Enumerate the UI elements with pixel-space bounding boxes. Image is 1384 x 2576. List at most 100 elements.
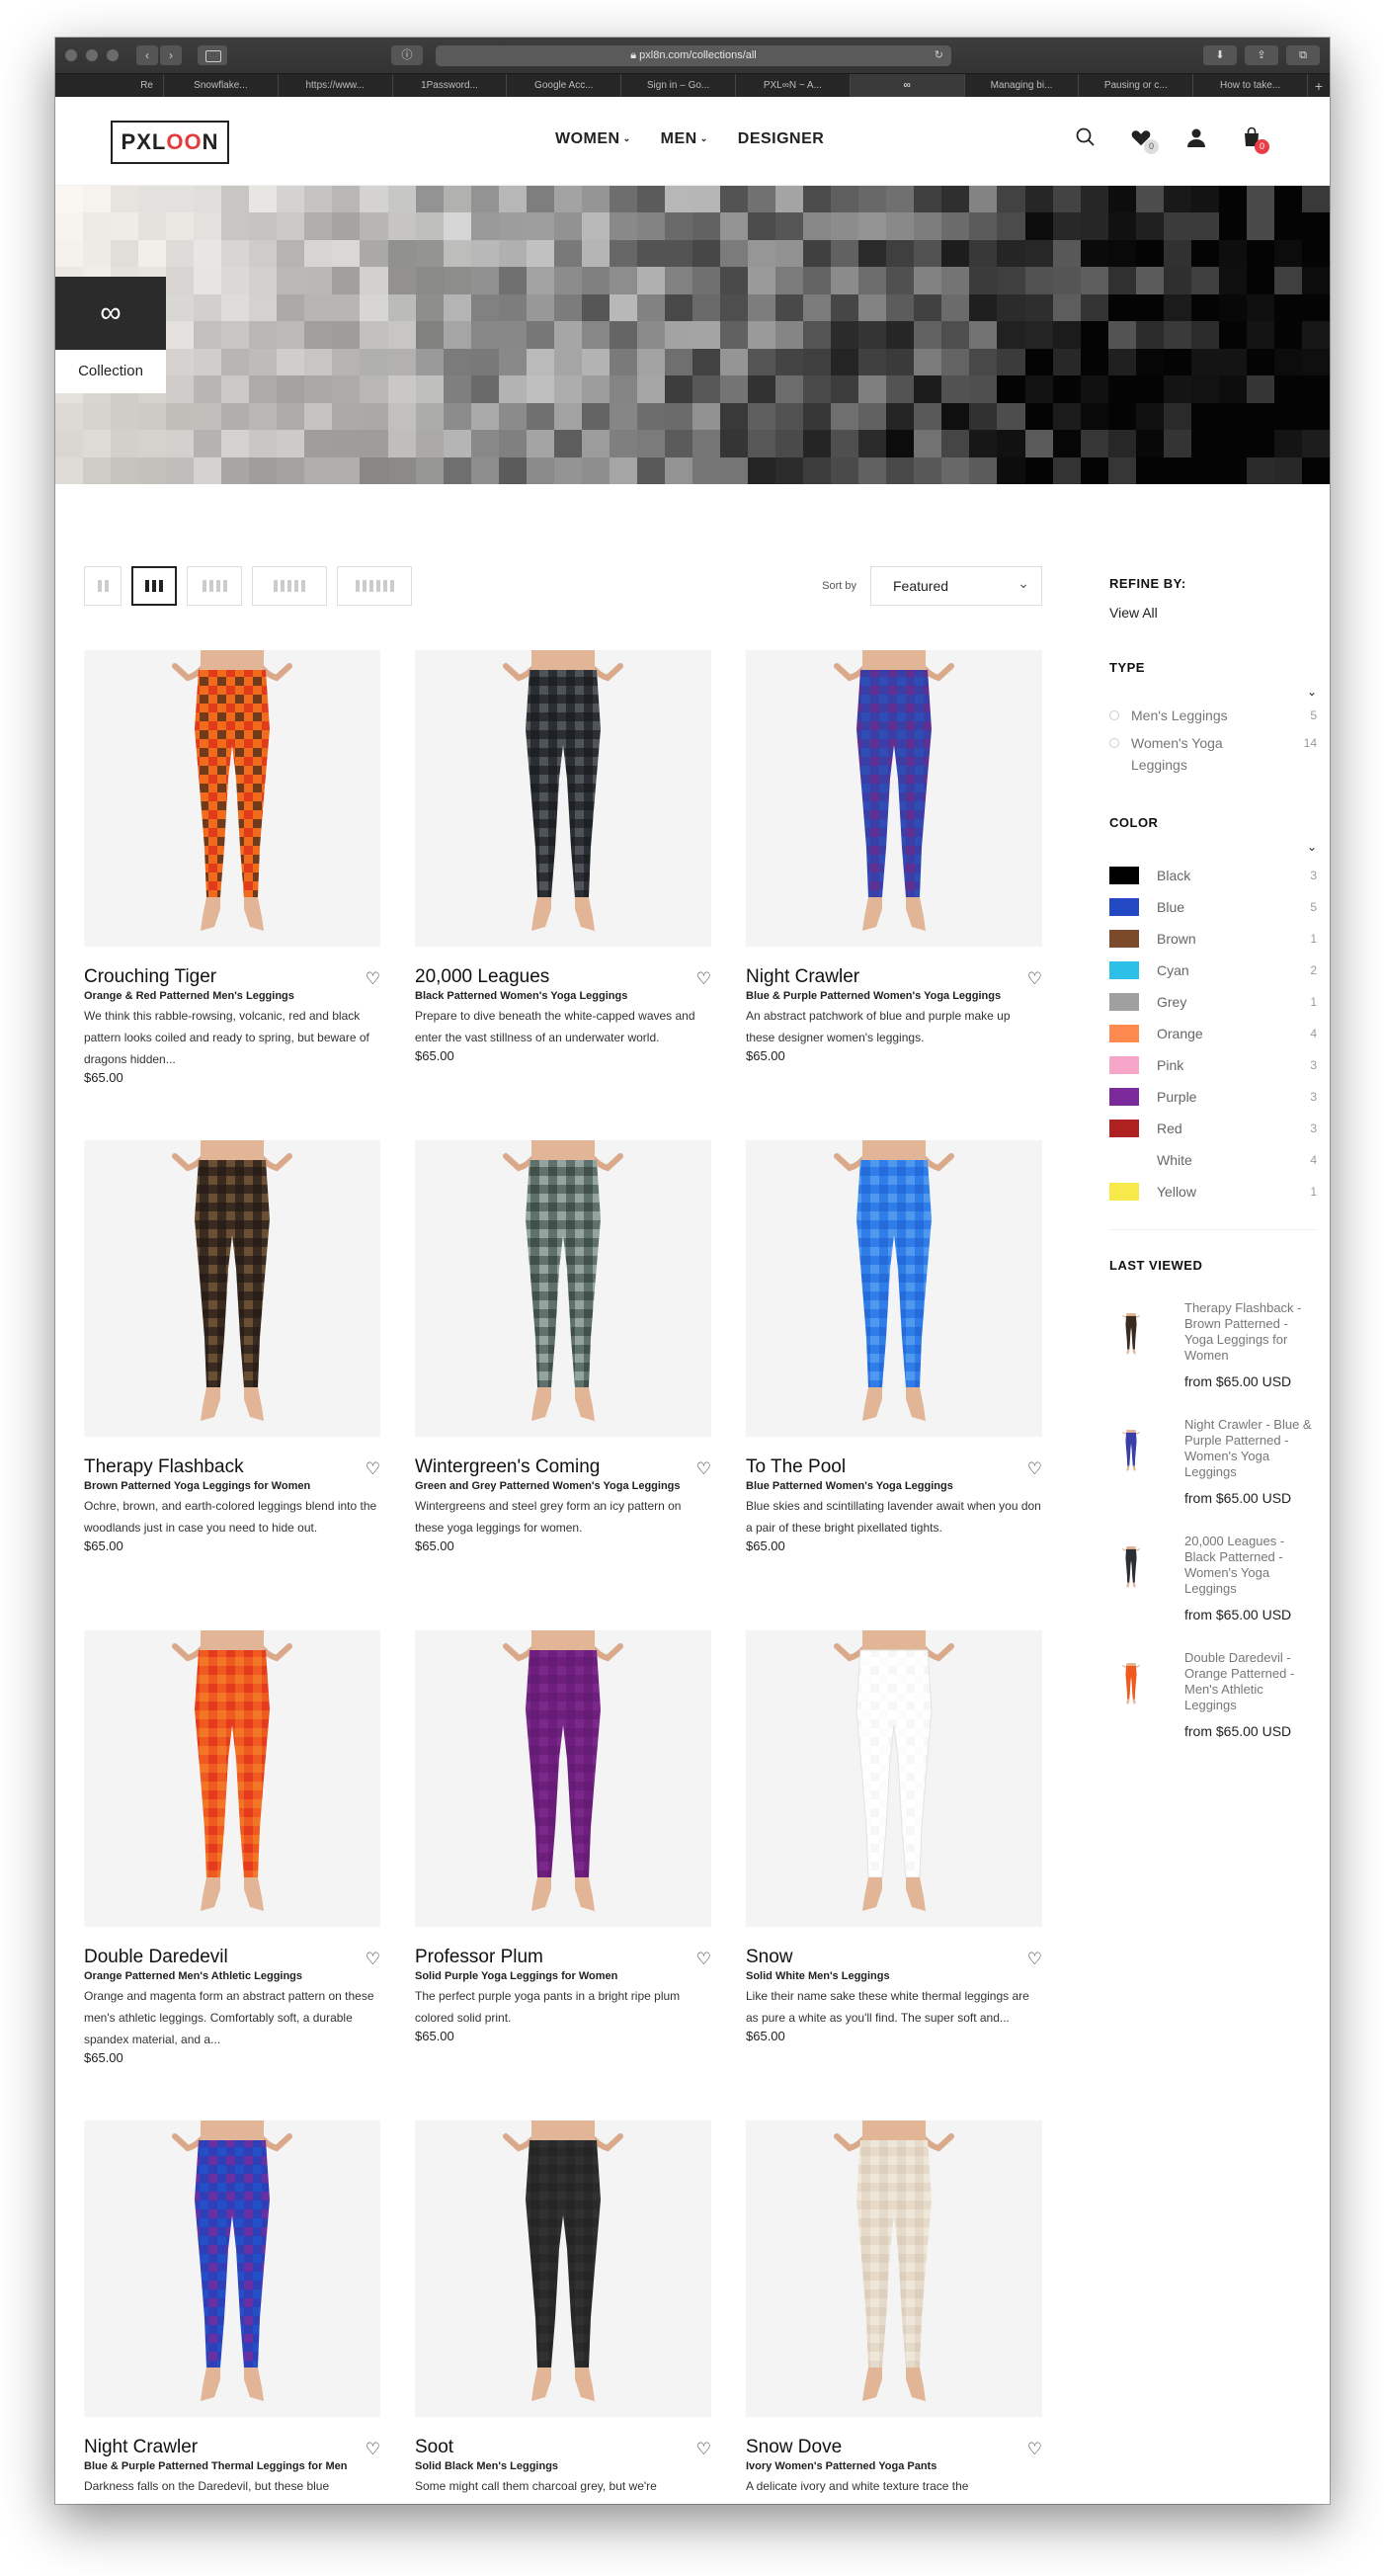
product-card[interactable]: Snow ♡ Solid White Men's Leggings Like thei… bbox=[746, 1630, 1042, 2120]
browser-tab[interactable]: Re bbox=[55, 74, 164, 97]
color-filter-red[interactable]: Red 3 bbox=[1109, 1113, 1317, 1144]
cart-icon[interactable]: 0 bbox=[1241, 126, 1269, 154]
product-card[interactable]: To The Pool ♡ Blue Patterned Women's Yoga … bbox=[746, 1140, 1042, 1630]
browser-tab[interactable]: Managing bi... bbox=[965, 74, 1080, 97]
browser-tab[interactable]: Sign in – Go... bbox=[621, 74, 736, 97]
product-card[interactable]: Snow Dove ♡ Ivory Women's Patterned Yoga P… bbox=[746, 2120, 1042, 2504]
product-title[interactable]: Professor Plum bbox=[415, 1947, 711, 1968]
reload-icon[interactable]: ↻ bbox=[935, 45, 943, 66]
product-title[interactable]: Snow Dove bbox=[746, 2437, 1042, 2458]
product-card[interactable]: 20,000 Leagues ♡ Black Patterned Women's Y… bbox=[415, 650, 711, 1140]
color-filter-blue[interactable]: Blue 5 bbox=[1109, 891, 1317, 923]
heart-icon[interactable]: ♡ bbox=[1027, 2440, 1042, 2459]
color-filter-cyan[interactable]: Cyan 2 bbox=[1109, 955, 1317, 986]
product-title[interactable]: Therapy Flashback bbox=[84, 1456, 380, 1478]
product-image[interactable] bbox=[746, 650, 1042, 947]
radio-icon[interactable] bbox=[1109, 738, 1119, 748]
nav-item-women[interactable]: WOMEN ⌄ bbox=[555, 130, 631, 148]
last-viewed-thumbnail[interactable] bbox=[1109, 1300, 1153, 1370]
heart-icon[interactable]: ♡ bbox=[696, 1459, 711, 1479]
product-image[interactable] bbox=[84, 1630, 380, 1927]
account-icon[interactable] bbox=[1185, 126, 1207, 148]
product-image[interactable] bbox=[415, 650, 711, 947]
zoom-window-button[interactable] bbox=[107, 49, 119, 61]
grid-4-columns-button[interactable] bbox=[187, 566, 242, 606]
browser-tab[interactable]: How to take... bbox=[1193, 74, 1308, 97]
last-viewed-title[interactable]: Therapy Flashback - Brown Patterned - Yo… bbox=[1184, 1300, 1317, 1364]
product-image[interactable] bbox=[84, 2120, 380, 2417]
view-all-link[interactable]: View All bbox=[1109, 605, 1317, 621]
last-viewed-item[interactable]: Night Crawler - Blue & Purple Patterned … bbox=[1109, 1417, 1317, 1506]
product-image[interactable] bbox=[415, 2120, 711, 2417]
product-title[interactable]: Snow bbox=[746, 1947, 1042, 1968]
browser-tab[interactable]: Snowflake... bbox=[164, 74, 279, 97]
heart-icon[interactable]: ♡ bbox=[696, 2440, 711, 2459]
product-card[interactable]: Professor Plum ♡ Solid Purple Yoga Legging… bbox=[415, 1630, 711, 2120]
product-title[interactable]: Night Crawler bbox=[84, 2437, 380, 2458]
nav-item-designer[interactable]: DESIGNER bbox=[738, 130, 825, 148]
product-title[interactable]: Wintergreen's Coming bbox=[415, 1456, 711, 1478]
heart-icon[interactable]: ♡ bbox=[366, 1950, 380, 1969]
browser-tab[interactable]: ∞ bbox=[850, 74, 965, 97]
last-viewed-title[interactable]: Night Crawler - Blue & Purple Patterned … bbox=[1184, 1417, 1317, 1480]
browser-tab[interactable]: Pausing or c... bbox=[1079, 74, 1194, 97]
product-image[interactable] bbox=[84, 1140, 380, 1437]
product-card[interactable]: Wintergreen's Coming ♡ Green and Grey Patt… bbox=[415, 1140, 711, 1630]
tabs-overview-icon[interactable]: ⧉ bbox=[1286, 45, 1320, 65]
address-bar[interactable]: 🔒︎ pxl8n.com/collections/all ↻ bbox=[436, 45, 951, 66]
grid-3-columns-button[interactable] bbox=[131, 566, 177, 606]
product-title[interactable]: 20,000 Leagues bbox=[415, 966, 711, 988]
color-filter-purple[interactable]: Purple 3 bbox=[1109, 1081, 1317, 1113]
product-card[interactable]: Crouching Tiger ♡ Orange & Red Patterned M… bbox=[84, 650, 380, 1140]
product-image[interactable] bbox=[84, 650, 380, 947]
back-button[interactable]: ‹ bbox=[136, 45, 158, 65]
heart-icon[interactable]: ♡ bbox=[1027, 1950, 1042, 1969]
last-viewed-item[interactable]: 20,000 Leagues - Black Patterned - Women… bbox=[1109, 1534, 1317, 1622]
heart-icon[interactable]: ♡ bbox=[1027, 1459, 1042, 1479]
grid-5-columns-button[interactable] bbox=[252, 566, 327, 606]
color-filter-brown[interactable]: Brown 1 bbox=[1109, 923, 1317, 955]
color-filter-yellow[interactable]: Yellow 1 bbox=[1109, 1176, 1317, 1207]
product-image[interactable] bbox=[746, 1630, 1042, 1927]
type-filter-option[interactable]: Women's Yoga Leggings 14 bbox=[1109, 732, 1317, 776]
last-viewed-thumbnail[interactable] bbox=[1109, 1650, 1153, 1719]
color-filter-pink[interactable]: Pink 3 bbox=[1109, 1049, 1317, 1081]
color-filter-grey[interactable]: Grey 1 bbox=[1109, 986, 1317, 1018]
new-tab-button[interactable]: + bbox=[1308, 74, 1330, 97]
product-image[interactable] bbox=[746, 1140, 1042, 1437]
wishlist-icon[interactable]: 0 bbox=[1130, 126, 1159, 154]
chevron-down-icon[interactable]: ⌄ bbox=[1109, 840, 1317, 854]
browser-tab[interactable]: Google Acc... bbox=[507, 74, 622, 97]
minimize-window-button[interactable] bbox=[86, 49, 98, 61]
nav-item-men[interactable]: MEN ⌄ bbox=[661, 130, 708, 148]
product-title[interactable]: To The Pool bbox=[746, 1456, 1042, 1478]
close-window-button[interactable] bbox=[65, 49, 77, 61]
last-viewed-item[interactable]: Therapy Flashback - Brown Patterned - Yo… bbox=[1109, 1300, 1317, 1389]
product-card[interactable]: Night Crawler ♡ Blue & Purple Patterned Th… bbox=[84, 2120, 380, 2504]
product-card[interactable]: Therapy Flashback ♡ Brown Patterned Yoga L… bbox=[84, 1140, 380, 1630]
heart-icon[interactable]: ♡ bbox=[366, 2440, 380, 2459]
color-filter-black[interactable]: Black 3 bbox=[1109, 860, 1317, 891]
heart-icon[interactable]: ♡ bbox=[1027, 969, 1042, 989]
product-card[interactable]: Soot ♡ Solid Black Men's Leggings Some migh… bbox=[415, 2120, 711, 2504]
grid-6-columns-button[interactable] bbox=[337, 566, 412, 606]
privacy-report-icon[interactable]: ⓘ bbox=[391, 45, 423, 65]
product-card[interactable]: Night Crawler ♡ Blue & Purple Patterned Wo… bbox=[746, 650, 1042, 1140]
last-viewed-item[interactable]: Double Daredevil - Orange Patterned - Me… bbox=[1109, 1650, 1317, 1739]
product-card[interactable]: Double Daredevil ♡ Orange Patterned Men's … bbox=[84, 1630, 380, 2120]
color-filter-orange[interactable]: Orange 4 bbox=[1109, 1018, 1317, 1049]
last-viewed-thumbnail[interactable] bbox=[1109, 1417, 1153, 1486]
sort-select[interactable]: Featured bbox=[870, 564, 1042, 606]
browser-tab[interactable]: https://www... bbox=[279, 74, 393, 97]
product-title[interactable]: Night Crawler bbox=[746, 966, 1042, 988]
product-title[interactable]: Crouching Tiger bbox=[84, 966, 380, 988]
browser-tab[interactable]: 1Password... bbox=[393, 74, 508, 97]
browser-tab[interactable]: PXL∞N ~ A... bbox=[736, 74, 851, 97]
search-icon[interactable] bbox=[1075, 126, 1097, 148]
forward-button[interactable]: › bbox=[160, 45, 182, 65]
site-logo[interactable]: PXLOON bbox=[111, 121, 229, 164]
grid-2-columns-button[interactable] bbox=[84, 566, 122, 606]
last-viewed-title[interactable]: 20,000 Leagues - Black Patterned - Women… bbox=[1184, 1534, 1317, 1597]
heart-icon[interactable]: ♡ bbox=[696, 1950, 711, 1969]
product-image[interactable] bbox=[746, 2120, 1042, 2417]
